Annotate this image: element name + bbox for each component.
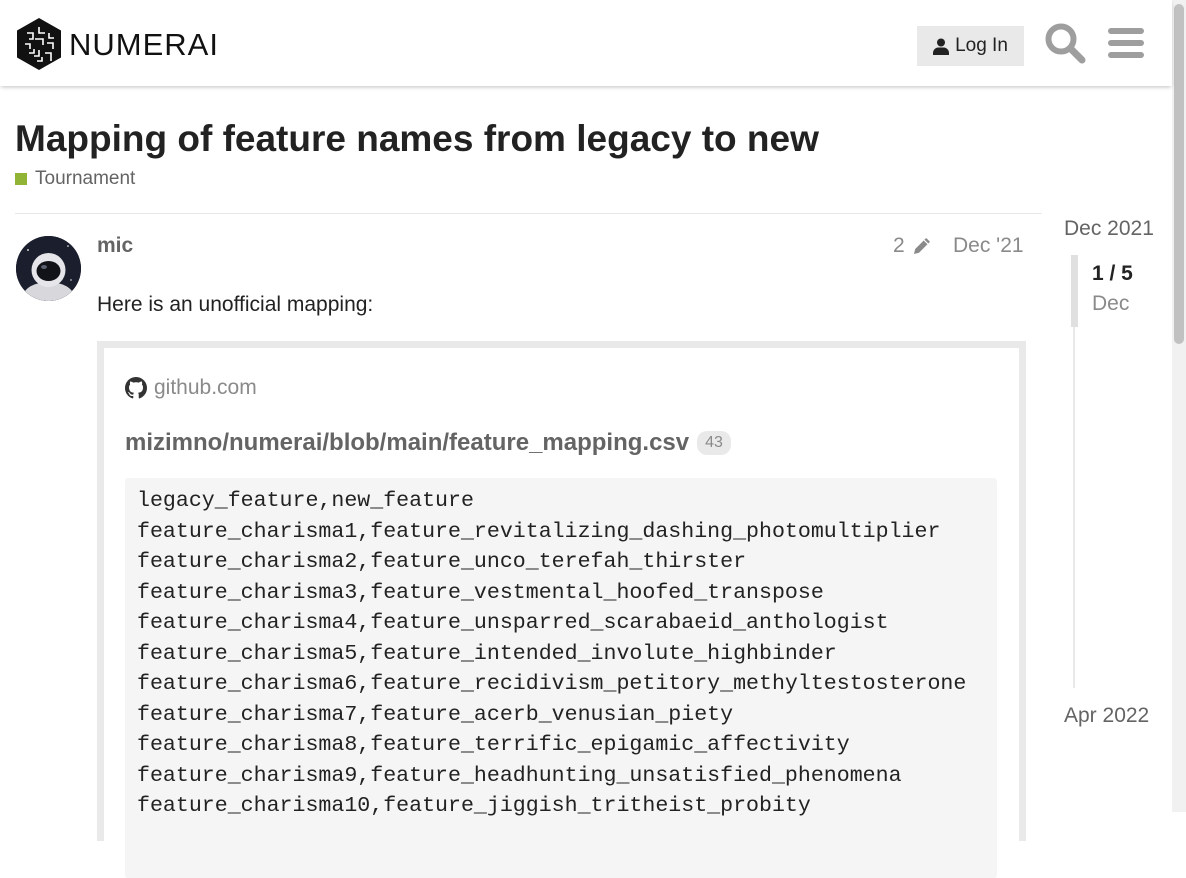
pencil-icon [913, 238, 930, 254]
login-button[interactable]: Log In [917, 26, 1024, 66]
timeline-start-date[interactable]: Dec 2021 [1064, 217, 1154, 241]
post-body-text: Here is an unofficial mapping: [97, 293, 374, 316]
login-label: Log In [955, 35, 1008, 56]
post-username[interactable]: mic [97, 234, 133, 258]
post-date[interactable]: Dec '21 [953, 234, 1024, 258]
astronaut-avatar-icon [16, 236, 81, 301]
csv-code-block: legacy_feature,new_feature feature_charis… [125, 478, 997, 878]
page-scrollbar[interactable] [1172, 0, 1186, 812]
onebox-link[interactable]: mizimno/numerai/blob/main/feature_mappin… [125, 429, 731, 457]
user-icon [933, 38, 950, 55]
code-line: feature_charisma8,feature_terrific_epiga… [137, 733, 850, 757]
code-line: feature_charisma10,feature_jiggish_trith… [137, 794, 811, 818]
topic-divider [15, 213, 1042, 214]
hamburger-menu-icon [1108, 28, 1144, 58]
code-line: feature_charisma3,feature_vestmental_hoo… [137, 580, 824, 605]
code-line: feature_charisma1,feature_revitalizing_d… [137, 519, 941, 544]
github-icon [125, 377, 147, 399]
timeline-handle[interactable] [1071, 255, 1078, 327]
onebox-title[interactable]: mizimno/numerai/blob/main/feature_mappin… [125, 429, 689, 457]
onebox-source[interactable]: github.com [125, 376, 257, 400]
code-lines: legacy_feature,new_feature feature_charis… [137, 486, 997, 822]
code-line: feature_charisma9,feature_headhunting_un… [137, 763, 902, 788]
code-line: feature_charisma5,feature_intended_invol… [137, 641, 837, 666]
timeline-position: 1 / 5 [1092, 262, 1133, 285]
topic-title[interactable]: Mapping of feature names from legacy to … [15, 118, 819, 160]
timeline-current-date: Dec [1092, 292, 1130, 315]
search-button[interactable] [1044, 22, 1086, 64]
scrollbar-thumb[interactable] [1174, 4, 1184, 344]
avatar[interactable] [16, 236, 81, 301]
logo-text: NUMERAI [69, 26, 219, 62]
code-line: feature_charisma4,feature_unsparred_scar… [137, 611, 889, 635]
category-name: Tournament [35, 168, 136, 189]
numerai-logo[interactable]: NUMERAI [15, 17, 219, 71]
code-line: legacy_feature,new_feature [137, 489, 474, 513]
post-edit-history[interactable]: 2 [893, 234, 933, 258]
github-onebox: github.com mizimno/numerai/blob/main/fea… [97, 341, 1026, 878]
timeline-end-date[interactable]: Apr 2022 [1064, 704, 1149, 728]
numerai-logo-icon [17, 18, 61, 70]
category-color-swatch [15, 173, 27, 185]
click-count-badge: 43 [697, 431, 731, 455]
code-line: feature_charisma7,feature_acerb_venusian… [137, 702, 734, 727]
code-line: feature_charisma6,feature_recidivism_pet… [137, 672, 967, 696]
edit-count: 2 [893, 234, 905, 257]
hamburger-menu-button[interactable] [1105, 22, 1147, 64]
code-line: feature_charisma2,feature_unco_terefah_t… [137, 550, 747, 574]
site-header: NUMERAI Log In [0, 0, 1172, 86]
onebox-domain: github.com [154, 376, 257, 399]
search-icon [1045, 23, 1086, 64]
category-badge[interactable]: Tournament [15, 168, 135, 190]
